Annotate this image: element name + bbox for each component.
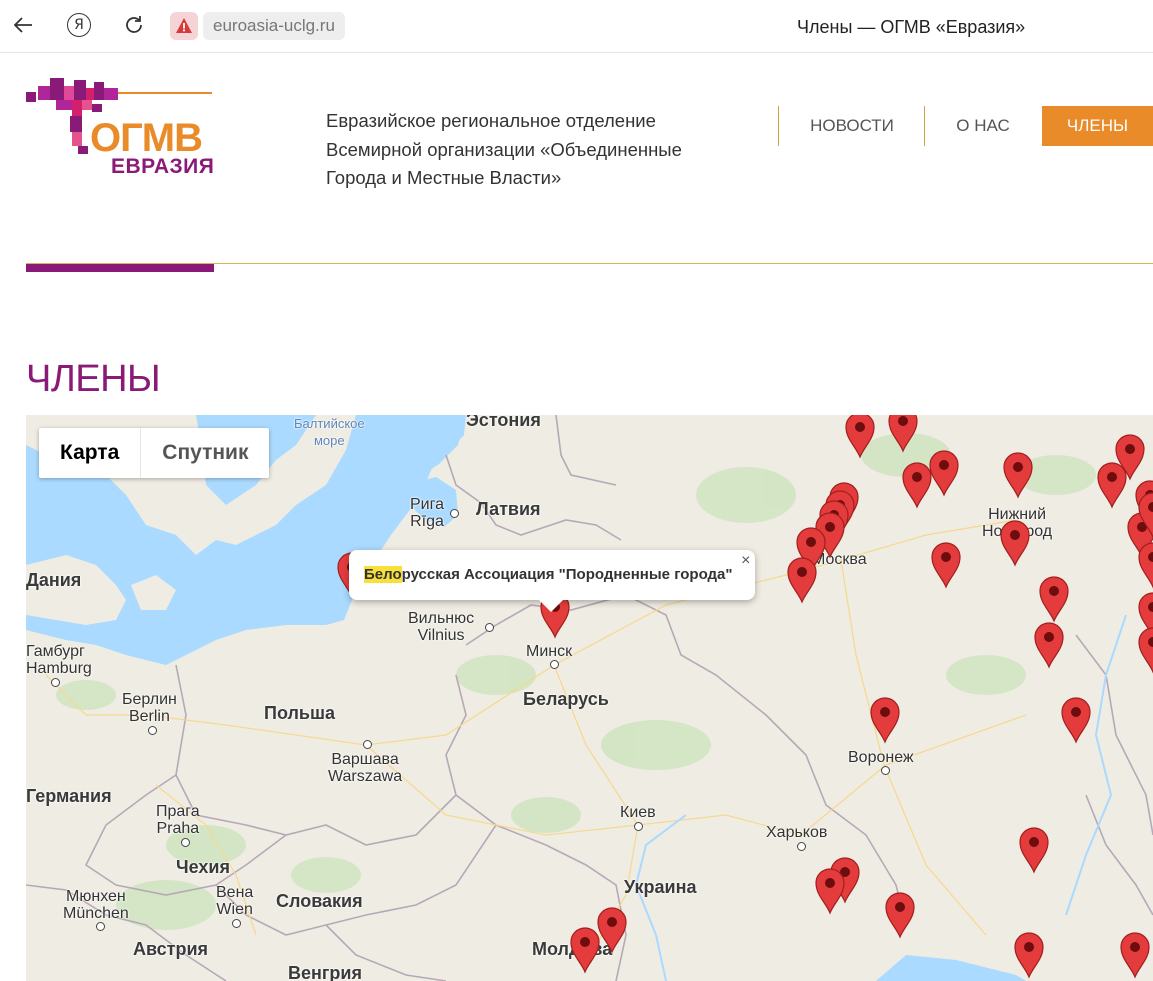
map-label-vilnius: Вильнюс Vilnius [408,610,475,644]
map-label-latvia: Латвия [476,499,541,519]
map-label-minsk: Минск [526,643,573,660]
city-dot [485,623,494,632]
map-marker-icon[interactable] [930,541,962,589]
map-marker-icon[interactable] [1119,931,1151,979]
map-label-prague: Прага Praha [156,803,200,837]
reload-icon[interactable] [119,10,149,40]
map-marker-icon[interactable] [569,926,601,974]
page-title: ЧЛЕНЫ [26,358,161,401]
map-marker-icon[interactable] [1096,461,1128,509]
back-arrow-icon[interactable] [8,10,38,40]
map-marker-icon[interactable] [1002,451,1034,499]
map-label-vienna: Вена Wien [216,884,254,918]
city-dot [450,509,459,518]
logo-subtext: ЕВРАЗИЯ [111,155,215,178]
map-marker-icon[interactable] [999,519,1031,567]
city-dot [550,660,559,669]
map-marker-icon[interactable] [1137,626,1153,674]
map-label-germany: Германия [26,786,112,806]
map-label-voronezh: Воронеж [848,749,914,766]
map-label-baltic-sea: Балтийское море [294,416,365,448]
map-label-warsaw: Варшава Warszawa [328,751,403,785]
nav-about[interactable]: О НАС [924,106,1041,146]
map-marker-icon[interactable] [1038,575,1070,623]
city-dot [634,822,643,831]
header-accent-bar [26,264,214,272]
city-dot [181,838,190,847]
city-dot [51,678,60,687]
map-type-map-button[interactable]: Карта [39,428,142,478]
map-label-estonia: Эстония [466,415,541,430]
map-label-poland: Польша [264,703,335,723]
map-label-hamburg: Гамбург Hamburg [26,643,92,677]
map-marker-icon[interactable] [1013,931,1045,979]
map-label-hungary: Венгрия [288,963,362,981]
site-logo[interactable]: ОГМВ ЕВРАЗИЯ [26,78,226,178]
browser-toolbar: Я euroasia-uclg.ru Члены — ОГМВ «Евразия… [0,0,1153,53]
organization-name: Евразийское региональное отделение Всеми… [326,110,682,189]
map-marker-icon[interactable] [1060,696,1092,744]
map-type-control: Карта Спутник [39,428,270,478]
close-icon[interactable]: × [741,550,750,572]
map-marker-icon[interactable] [1033,621,1065,669]
map-label-belarus: Беларусь [523,689,609,709]
map-marker-icon[interactable] [1137,491,1153,539]
security-warning-icon[interactable] [170,12,198,40]
address-bar[interactable]: euroasia-uclg.ru [203,12,345,40]
map-label-kiev: Киев [620,804,656,821]
city-dot [232,919,241,928]
yandex-icon[interactable]: Я [64,10,94,40]
map-marker-icon[interactable] [1137,541,1153,589]
nav-members[interactable]: ЧЛЕНЫ [1042,106,1153,146]
city-dot [148,726,157,735]
map-marker-icon[interactable] [786,556,818,604]
map-type-satellite-button[interactable]: Спутник [141,428,269,478]
city-dot [363,740,372,749]
nav-news[interactable]: НОВОСТИ [778,106,925,146]
map-label-ukraine: Украина [624,877,697,897]
map-marker-icon[interactable] [1018,826,1050,874]
popup-tail [539,600,563,612]
page-tab-title: Члены — ОГМВ «Евразия» [797,17,1026,37]
members-map[interactable]: Карта Спутник Балтийское море Эстония Ри… [26,415,1153,981]
map-marker-icon[interactable] [884,891,916,939]
map-label-berlin: Берлин Berlin [122,691,177,725]
map-label-kharkov: Харьков [766,824,828,841]
popup-text: русская Ассоциация "Породненные города" [401,566,733,583]
map-label-munich: Мюнхен München [63,888,129,922]
map-marker-icon[interactable] [901,461,933,509]
map-marker-icon[interactable] [869,696,901,744]
map-marker-icon[interactable] [814,867,846,915]
map-label-riga: Рига Rīga [410,496,444,530]
map-label-slovakia: Словакия [276,891,363,911]
map-label-austria: Австрия [133,939,209,959]
popup-highlight-text: Бело [364,566,402,583]
map-marker-icon[interactable] [887,415,919,453]
map-label-czechia: Чехия [176,857,230,877]
map-label-denmark: Дания [26,570,82,590]
city-dot [797,842,806,851]
marker-info-popup: Белорусская Ассоциация "Породненные горо… [349,550,755,612]
map-marker-icon[interactable] [844,415,876,459]
city-dot [881,766,890,775]
city-dot [96,922,105,931]
